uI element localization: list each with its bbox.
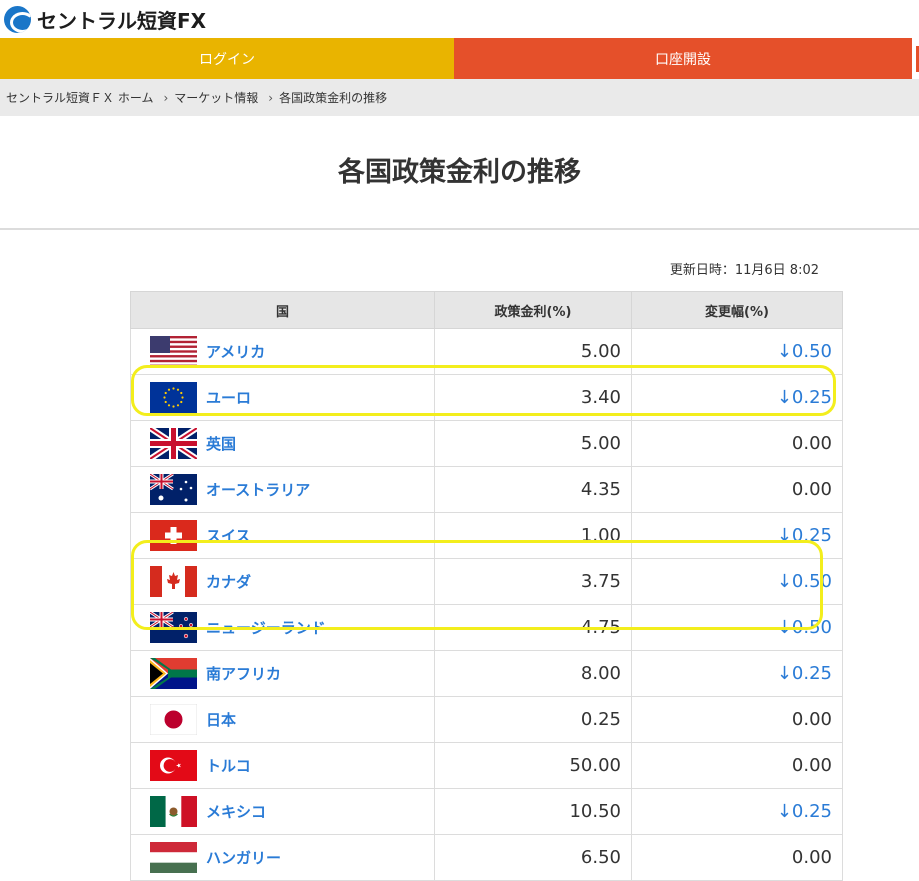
policy-rate-value: 0.25 [434,696,632,743]
country-cell: 英国 [130,420,435,467]
rate-change-value: 0.00 [631,742,843,789]
policy-rate-value: 5.00 [434,420,632,467]
country-link[interactable]: メキシコ [206,801,266,822]
rate-change-value: ↓0.25 [631,788,843,835]
rate-change-value: 0.00 [631,466,843,513]
policy-rate-value: 8.00 [434,650,632,697]
country-link[interactable]: 南アフリカ [206,663,281,684]
country-link[interactable]: 英国 [206,433,236,454]
table-row: 英国 5.00 0.00 [130,420,843,467]
header-country: 国 [130,291,435,329]
highlight-euro-row [131,365,836,416]
site-logo[interactable]: セントラル短資FX [4,5,206,33]
south-africa-flag-icon [150,658,197,689]
table-row: ハンガリー 6.50 0.00 [130,834,843,881]
turkey-flag-icon [150,750,197,781]
country-cell: 南アフリカ [130,650,435,697]
top-nav: ログイン 口座開設 [0,38,919,79]
country-link[interactable]: 日本 [206,709,236,730]
logo-text: セントラル短資FX [37,8,207,33]
rate-change-value: 0.00 [631,696,843,743]
page-title: 各国政策金利の推移 [338,157,581,188]
japan-flag-icon [150,704,197,735]
country-link[interactable]: ハンガリー [206,847,281,868]
country-link[interactable]: オーストラリア [206,479,310,500]
login-button[interactable]: ログイン [0,38,454,79]
breadcrumb-current: 各国政策金利の推移 [279,91,388,105]
australia-flag-icon [150,474,197,505]
breadcrumb-home-link[interactable]: セントラル短資ＦＸ ホーム [0,89,153,106]
chevron-right-icon: › [268,90,274,105]
country-link[interactable]: トルコ [206,755,251,776]
title-divider [0,228,919,230]
table-row: メキシコ 10.50 ↓0.25 [130,788,843,835]
country-cell: メキシコ [130,788,435,835]
mexico-flag-icon [150,796,197,827]
breadcrumb-market-link[interactable]: マーケット情報 [174,89,258,106]
highlight-canada-nz-rows [131,540,823,630]
policy-rate-value: 6.50 [434,834,632,881]
uk-flag-icon [150,428,197,459]
table-header-row: 国 政策金利(%) 変更幅(%) [130,291,843,329]
hungary-flag-icon [150,842,197,873]
country-cell: トルコ [130,742,435,789]
breadcrumb: セントラル短資ＦＸ ホーム › マーケット情報 › 各国政策金利の推移 [0,79,919,116]
chevron-right-icon: › [163,90,169,105]
country-link[interactable]: アメリカ [206,341,265,362]
table-row: オーストラリア 4.35 0.00 [130,466,843,513]
policy-rate-value: 50.00 [434,742,632,789]
logo-icon [4,5,31,33]
policy-rate-value: 10.50 [434,788,632,835]
nav-overflow-edge [912,38,919,79]
country-cell: オーストラリア [130,466,435,513]
table-row: 南アフリカ 8.00 ↓0.25 [130,650,843,697]
open-account-button[interactable]: 口座開設 [454,38,912,79]
policy-rate-value: 4.35 [434,466,632,513]
rate-change-value: 0.00 [631,834,843,881]
table-row: トルコ 50.00 0.00 [130,742,843,789]
header-rate: 政策金利(%) [434,291,632,329]
rate-change-value: 0.00 [631,420,843,467]
country-cell: 日本 [130,696,435,743]
table-row: 日本 0.25 0.00 [130,696,843,743]
updated-timestamp: 更新日時：11月6日 8:02 [669,263,819,278]
usa-flag-icon [150,336,197,367]
rate-change-value: ↓0.25 [631,650,843,697]
header-change: 変更幅(%) [631,291,843,329]
country-cell: ハンガリー [130,834,435,881]
site-header: セントラル短資FX [0,0,919,38]
